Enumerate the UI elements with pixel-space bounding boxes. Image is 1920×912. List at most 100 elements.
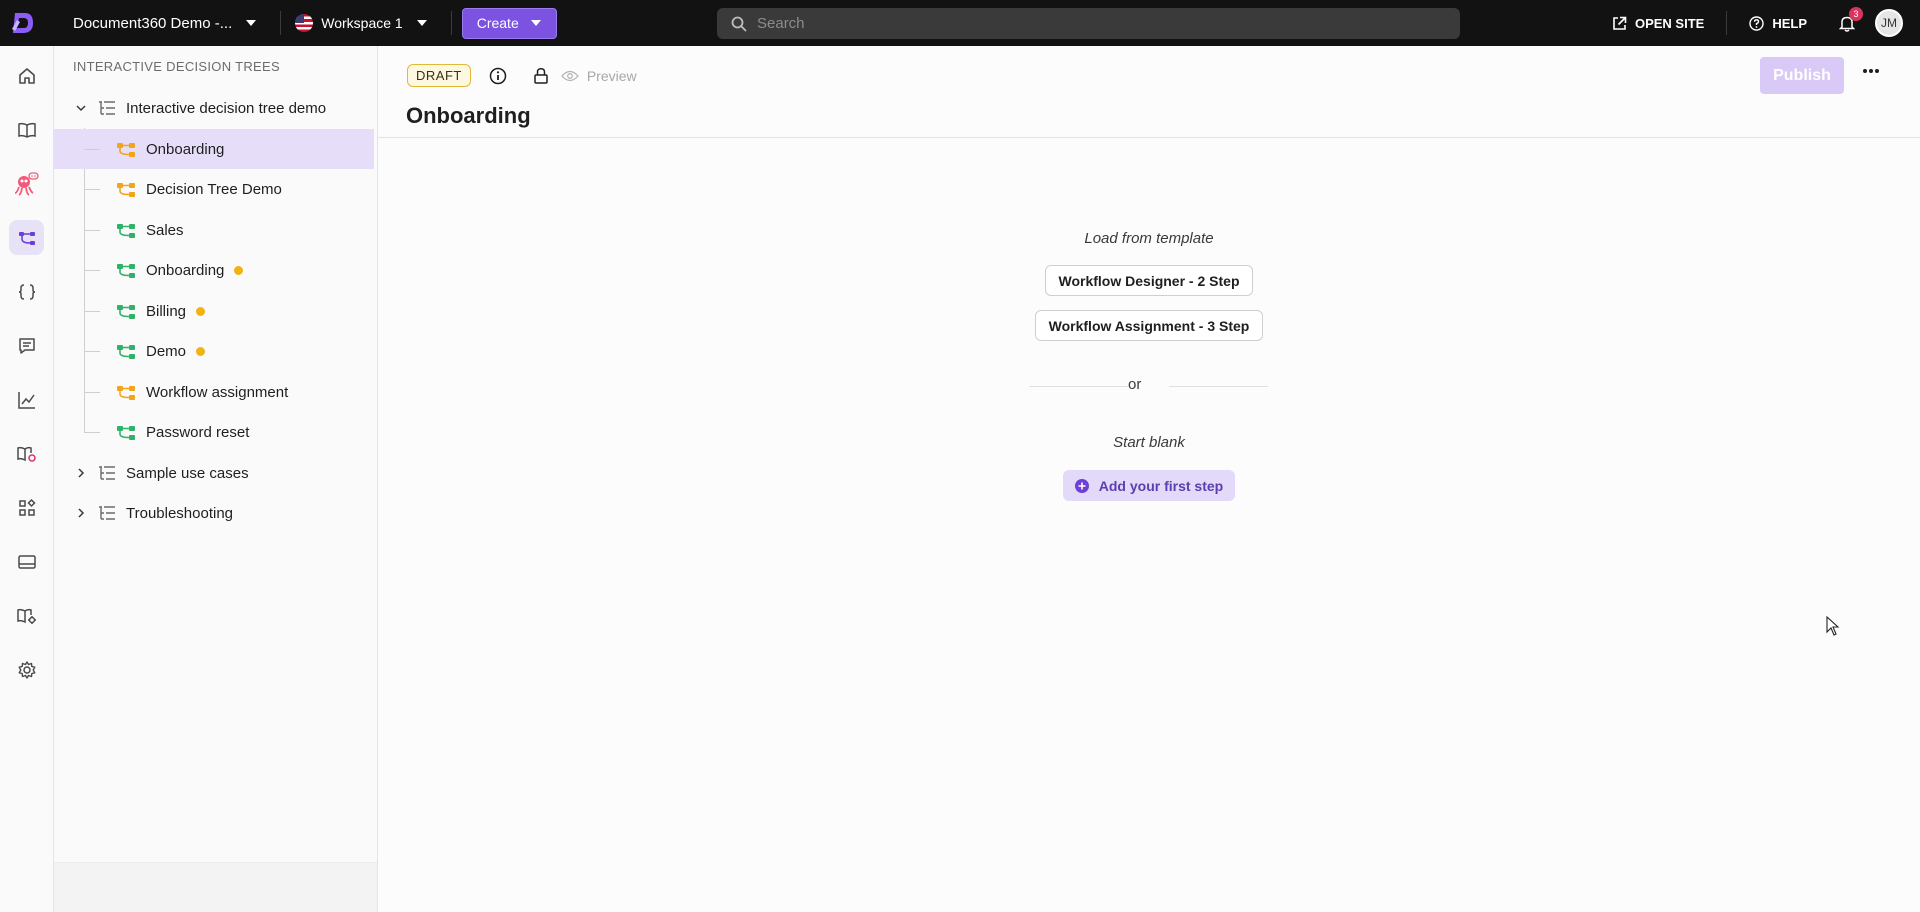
help-link[interactable]: HELP [1749, 16, 1807, 31]
decision-tree-icon [117, 224, 135, 238]
status-badge: DRAFT [407, 64, 471, 87]
notifications-button[interactable]: 3 [1839, 6, 1863, 32]
tree-item-text: Onboarding [146, 140, 225, 158]
category-list-icon [99, 101, 115, 115]
search-bar[interactable] [717, 8, 1460, 39]
unpublished-status-dot [196, 306, 206, 316]
tree-item-text: Billing [146, 302, 187, 320]
tree-item-label: Demo [146, 342, 206, 360]
tree-line [84, 392, 100, 393]
tree-footer [54, 862, 377, 912]
preview-button[interactable]: Preview [560, 67, 637, 84]
tree-item-text: Password reset [146, 423, 250, 441]
tree-item-label: Sales [146, 222, 184, 239]
home-icon[interactable] [9, 58, 44, 93]
settings-icon[interactable] [9, 652, 44, 687]
decision-tree-panel: INTERACTIVE DECISION TREES Interactive d… [54, 46, 378, 912]
tree-category-interactive-decision-tree-demo[interactable]: Interactive decision tree demo [54, 88, 374, 128]
or-label: or [1128, 376, 1142, 393]
decision-tree-icon [117, 386, 135, 400]
search-input[interactable] [757, 15, 1437, 32]
tree-category-sample-use-cases[interactable]: Sample use cases [54, 453, 374, 493]
chevron-down-icon [246, 20, 257, 26]
document360-logo-icon[interactable] [0, 0, 46, 46]
tree-item-text: Onboarding [146, 261, 225, 279]
tree-item-onboarding[interactable]: Onboarding [54, 129, 374, 169]
tree-item-password-reset[interactable]: Password reset [54, 412, 374, 452]
tree-line [84, 230, 100, 231]
us-flag-icon [295, 14, 314, 32]
tree-item-billing[interactable]: Billing [54, 291, 374, 331]
knowledge-base-icon[interactable] [9, 436, 44, 471]
info-icon[interactable] [489, 67, 507, 85]
tree-item-text: Decision Tree Demo [146, 180, 282, 198]
decision-tree-icon [117, 426, 135, 440]
search-icon [731, 16, 747, 32]
preview-label: Preview [586, 67, 637, 84]
curly-braces-icon[interactable] [9, 274, 44, 309]
tree-item-label: Password reset [146, 424, 249, 441]
tree-item-sales[interactable]: Sales [54, 210, 374, 250]
more-options-icon[interactable] [1862, 68, 1880, 74]
tree-item-label: Onboarding [146, 261, 244, 279]
bot-icon[interactable] [9, 166, 44, 201]
tree-item-text: Workflow assignment [146, 383, 289, 401]
workspace-name: Workspace 1 [321, 15, 403, 31]
workspace-selector[interactable]: Workspace 1 [295, 14, 427, 32]
create-label: Create [476, 15, 519, 31]
tree-item-label: Onboarding [146, 141, 224, 158]
or-divider-line [1169, 386, 1268, 387]
project-selector[interactable]: Document360 Demo -... [73, 14, 257, 32]
category-label: Troubleshooting [126, 504, 234, 522]
chevron-down-icon[interactable] [75, 102, 87, 114]
tree-item-onboarding-2[interactable]: Onboarding [54, 250, 374, 290]
notification-count-badge: 3 [1849, 6, 1863, 21]
publish-button[interactable]: Publish [1760, 57, 1844, 94]
tree-item-decision-tree-demo[interactable]: Decision Tree Demo [54, 169, 374, 209]
lock-icon[interactable] [533, 67, 549, 85]
create-button[interactable]: Create [461, 7, 557, 39]
open-site-link[interactable]: OPEN SITE [1612, 16, 1704, 31]
analytics-icon[interactable] [9, 382, 44, 417]
tree-line [84, 270, 100, 271]
chevron-right-icon[interactable] [75, 467, 87, 479]
unpublished-status-dot [234, 265, 244, 275]
start-blank-label: Start blank [1113, 434, 1185, 451]
avatar[interactable]: JM [1875, 9, 1903, 37]
category-list-icon [99, 506, 115, 520]
tree-header: INTERACTIVE DECISION TREES [73, 59, 280, 74]
tree-line [84, 149, 100, 150]
comment-icon[interactable] [9, 328, 44, 363]
decision-tree-icon [117, 305, 135, 319]
tree-item-text: Demo [146, 342, 187, 360]
decision-tree-icon [117, 183, 135, 197]
widgets-icon[interactable] [9, 490, 44, 525]
tree-line [84, 189, 100, 190]
book-settings-icon[interactable] [9, 598, 44, 633]
tree-item-workflow-assignment[interactable]: Workflow assignment [54, 372, 374, 412]
tree-item-demo[interactable]: Demo [54, 331, 374, 371]
tree-category-troubleshooting[interactable]: Troubleshooting [54, 493, 374, 533]
template-workflow-designer-button[interactable]: Workflow Designer - 2 Step [1045, 265, 1253, 296]
main-content: DRAFT Preview Publish Onboarding Load fr… [378, 46, 1920, 912]
help-icon [1749, 15, 1765, 31]
unpublished-status-dot [196, 346, 206, 356]
divider [450, 11, 452, 35]
tree-item-label: Workflow assignment [146, 384, 288, 401]
template-workflow-assignment-button[interactable]: Workflow Assignment - 3 Step [1035, 310, 1263, 341]
add-first-step-label: Add your first step [1098, 477, 1224, 494]
left-rail [0, 46, 54, 912]
chevron-right-icon[interactable] [75, 507, 87, 519]
chevron-down-icon [416, 20, 427, 26]
project-name: Document360 Demo -... [73, 14, 233, 32]
book-icon[interactable] [9, 112, 44, 147]
load-template-label: Load from template [1084, 230, 1214, 247]
plus-circle-icon [1074, 478, 1089, 493]
external-link-icon [1613, 16, 1627, 30]
chevron-down-icon [530, 20, 541, 26]
add-first-step-button[interactable]: Add your first step [1063, 470, 1235, 501]
decision-tree-icon [117, 264, 135, 278]
layout-icon[interactable] [9, 544, 44, 579]
decision-tree-icon[interactable] [9, 220, 44, 255]
eye-icon [560, 70, 579, 81]
